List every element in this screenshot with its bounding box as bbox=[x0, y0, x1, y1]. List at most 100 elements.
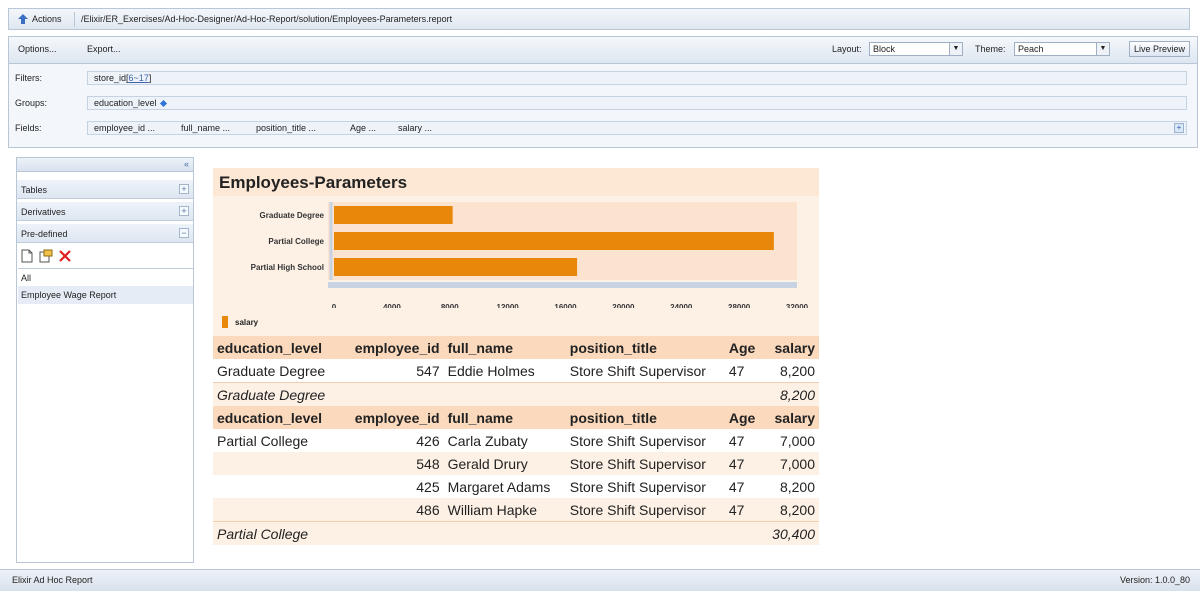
report-title-band: Employees-Parameters bbox=[213, 168, 819, 196]
report-table: education_level employee_id full_name posit… bbox=[213, 336, 819, 545]
table-header-row: education_level employee_id full_name posit… bbox=[213, 406, 819, 429]
category-label: Partial College bbox=[268, 237, 324, 246]
designer-panel: Options... Export... Layout: Block ▼ The… bbox=[8, 36, 1198, 148]
table-cell: 47 bbox=[724, 452, 763, 475]
filter-range-link[interactable]: 6~17 bbox=[129, 73, 149, 83]
salary-bar-chart: Graduate Degree Partial College Partial Hi… bbox=[251, 202, 809, 308]
table-cell: Store Shift Supervisor bbox=[565, 498, 725, 522]
actions-menu[interactable]: Actions bbox=[32, 14, 62, 24]
section-derivatives[interactable]: Derivatives + bbox=[17, 202, 193, 221]
column-header: education_level bbox=[213, 336, 342, 359]
table-cell: 425 bbox=[341, 475, 444, 498]
table-cell: Store Shift Supervisor bbox=[565, 475, 725, 498]
legend-swatch bbox=[222, 316, 228, 328]
panel-header: « bbox=[17, 158, 193, 172]
edit-document-icon[interactable] bbox=[39, 249, 53, 263]
chart-area: Graduate Degree Partial College Partial Hi… bbox=[213, 196, 819, 308]
legend-label: salary bbox=[235, 318, 259, 327]
collapse-icon[interactable]: « bbox=[184, 159, 189, 169]
table-header-row: education_level employee_id full_name posit… bbox=[213, 336, 819, 359]
table-cell: 486 bbox=[341, 498, 444, 522]
options-button[interactable]: Options... bbox=[18, 44, 57, 54]
section-label: Tables bbox=[21, 185, 48, 195]
column-header: Age bbox=[724, 336, 763, 359]
sort-icon[interactable] bbox=[159, 100, 167, 108]
filter-bracket-close: ] bbox=[148, 73, 152, 83]
table-cell: 47 bbox=[724, 475, 763, 498]
table-cell: 47 bbox=[724, 429, 763, 452]
table-cell: Eddie Holmes bbox=[443, 359, 566, 383]
section-tables[interactable]: Tables + bbox=[17, 180, 193, 199]
new-document-icon[interactable] bbox=[21, 249, 33, 263]
table-row: 425 Margaret Adams Store Shift Supervisor 4… bbox=[213, 475, 819, 498]
group-total-label: Graduate Degree bbox=[213, 382, 763, 406]
filter-chip[interactable]: store_id[6~17] bbox=[94, 73, 151, 83]
layout-select[interactable]: Block ▼ bbox=[869, 42, 963, 56]
table-cell: Gerald Drury bbox=[443, 452, 566, 475]
table-cell: 8,200 bbox=[762, 359, 819, 383]
layout-label: Layout: bbox=[832, 44, 862, 54]
section-label: Pre-defined bbox=[21, 229, 68, 239]
groups-label: Groups: bbox=[15, 98, 48, 108]
bar bbox=[334, 232, 774, 250]
bar bbox=[334, 258, 578, 276]
table-cell: Store Shift Supervisor bbox=[565, 429, 725, 452]
category-label: Partial High School bbox=[251, 263, 324, 272]
group-total-row: Partial College 30,400 bbox=[213, 521, 819, 545]
up-arrow-icon[interactable] bbox=[18, 14, 28, 24]
fields-field[interactable]: employee_id ... full_name ... position_t… bbox=[87, 121, 1187, 135]
column-header: salary bbox=[762, 406, 819, 429]
table-row: Partial College 426 Carla Zubaty Store Shif… bbox=[213, 429, 819, 452]
field-chip[interactable]: salary ... bbox=[398, 123, 432, 133]
table-cell: 426 bbox=[341, 429, 444, 452]
list-item[interactable]: All bbox=[18, 268, 193, 286]
group-chip[interactable]: education_level bbox=[94, 98, 167, 108]
theme-label: Theme: bbox=[975, 44, 1006, 54]
chevron-down-icon[interactable]: ▼ bbox=[1096, 43, 1109, 55]
column-header: employee_id bbox=[341, 406, 444, 429]
add-field-icon[interactable]: + bbox=[1174, 123, 1184, 133]
delete-icon[interactable] bbox=[59, 250, 71, 262]
expand-icon[interactable]: + bbox=[179, 206, 189, 216]
table-cell: 547 bbox=[341, 359, 444, 383]
chevron-down-icon[interactable]: ▼ bbox=[949, 43, 962, 55]
table-cell: Store Shift Supervisor bbox=[565, 452, 725, 475]
section-predefined[interactable]: Pre-defined − bbox=[17, 224, 193, 243]
groups-field[interactable]: education_level bbox=[87, 96, 1187, 110]
toolbar: Options... Export... Layout: Block ▼ The… bbox=[9, 37, 1197, 64]
field-chip[interactable]: Age ... bbox=[350, 123, 376, 133]
theme-select[interactable]: Peach ▼ bbox=[1014, 42, 1110, 56]
group-total-value: 30,400 bbox=[762, 521, 819, 545]
category-label: Graduate Degree bbox=[260, 211, 325, 220]
table-cell bbox=[213, 475, 342, 498]
expand-icon[interactable]: + bbox=[179, 184, 189, 194]
field-chip[interactable]: full_name ... bbox=[181, 123, 230, 133]
filter-field-name: store_id bbox=[94, 73, 127, 83]
list-item[interactable]: Employee Wage Report bbox=[18, 286, 193, 304]
field-chip[interactable]: position_title ... bbox=[256, 123, 316, 133]
live-preview-button[interactable]: Live Preview bbox=[1128, 41, 1190, 57]
table-cell: 7,000 bbox=[762, 452, 819, 475]
field-chip[interactable]: employee_id ... bbox=[94, 123, 155, 133]
group-total-value: 8,200 bbox=[762, 382, 819, 406]
chart-legend: salary bbox=[213, 308, 819, 336]
group-total-label: Partial College bbox=[213, 521, 763, 545]
live-preview-label: Live Preview bbox=[1133, 44, 1185, 54]
table-cell: William Hapke bbox=[443, 498, 566, 522]
column-header: position_title bbox=[565, 406, 725, 429]
filters-field[interactable]: store_id[6~17] bbox=[87, 71, 1187, 85]
collapse-section-icon[interactable]: − bbox=[179, 228, 189, 238]
table-cell: Graduate Degree bbox=[213, 359, 342, 383]
table-cell: Margaret Adams bbox=[443, 475, 566, 498]
column-header: full_name bbox=[443, 336, 566, 359]
report-title: Employees-Parameters bbox=[219, 173, 408, 192]
path-bar: Actions /Elixir/ER_Exercises/Ad-Hoc-Desi… bbox=[8, 8, 1190, 30]
table-cell: Store Shift Supervisor bbox=[565, 359, 725, 383]
table-cell: 548 bbox=[341, 452, 444, 475]
separator bbox=[74, 12, 75, 27]
bar bbox=[334, 206, 453, 224]
column-header: position_title bbox=[565, 336, 725, 359]
export-button[interactable]: Export... bbox=[87, 44, 121, 54]
table-cell: 7,000 bbox=[762, 429, 819, 452]
column-header: full_name bbox=[443, 406, 566, 429]
